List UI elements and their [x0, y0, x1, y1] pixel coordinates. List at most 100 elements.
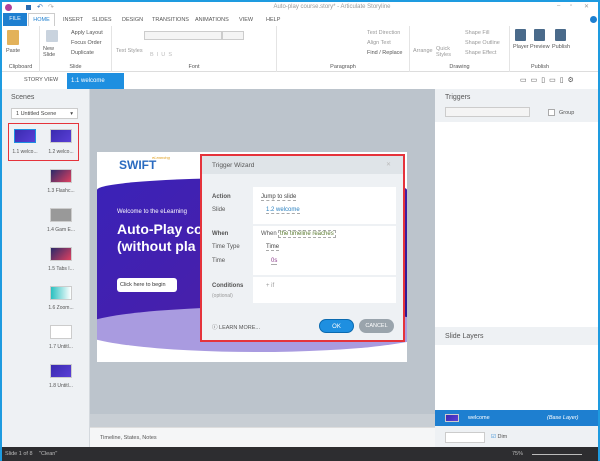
player-button[interactable]: Player — [513, 44, 529, 50]
undo-icon[interactable]: ↶ — [37, 3, 43, 11]
text-styles-button[interactable]: Text Styles — [116, 48, 143, 54]
quick-styles-button[interactable]: Quick Styles — [436, 46, 456, 58]
action-label: Action — [212, 194, 231, 200]
zoom-level: 75% — [512, 451, 524, 457]
layer-name: welcome — [468, 415, 490, 421]
minimize-button[interactable]: – — [557, 3, 560, 9]
window-title: Auto-play course.story* - Articulate Sto… — [273, 4, 391, 10]
trigger-toolbar[interactable] — [445, 107, 530, 117]
ok-button[interactable]: OK — [319, 319, 354, 333]
publish-icon[interactable] — [555, 29, 566, 41]
paragraph-group: Text Direction Align Text Find / Replace… — [277, 26, 410, 72]
publish-label: Publish — [530, 64, 550, 70]
focus-order-button[interactable]: Focus Order — [71, 40, 102, 46]
active-slide-tab[interactable]: 1.1 welcome — [67, 73, 124, 89]
slide-thumb-6[interactable] — [50, 286, 72, 300]
tab-file[interactable]: FILE — [3, 13, 27, 26]
learn-more-text: LEARN MORE... — [219, 325, 260, 331]
ribbon: Paste Clipboard New Slide Apply Layout F… — [2, 26, 598, 72]
save-icon[interactable] — [26, 5, 31, 10]
cancel-button[interactable]: CANCEL — [359, 319, 394, 333]
tab-animations[interactable]: ANIMATIONS — [195, 17, 229, 23]
triggers-title: Triggers — [445, 94, 471, 101]
right-panel: Triggers Group Slide Layers welcome (Bas… — [435, 89, 598, 447]
group-label: Group — [559, 110, 575, 116]
font-family-select[interactable] — [144, 31, 222, 40]
arrange-button[interactable]: Arrange — [413, 48, 433, 54]
action-value[interactable]: Jump to slide — [261, 194, 297, 201]
status-bar: Slide 1 of 8 "Clean" 75% — [2, 447, 598, 461]
tab-view[interactable]: VIEW — [239, 17, 253, 23]
paste-icon[interactable] — [7, 30, 19, 45]
layer-toolbar[interactable] — [445, 432, 485, 443]
slide-thumb-3[interactable] — [50, 169, 72, 183]
time-type-value[interactable]: Time — [266, 244, 280, 251]
slide-thumb-2[interactable] — [50, 129, 72, 143]
shape-outline-button[interactable]: Shape Outline — [465, 40, 500, 46]
slide-thumb-8[interactable] — [50, 364, 72, 378]
slide-label-8: 1.8 Untitl... — [49, 383, 73, 389]
tab-design[interactable]: DESIGN — [122, 17, 143, 23]
scenes-title: Scenes — [11, 94, 35, 101]
add-condition-button[interactable]: + if — [266, 283, 274, 289]
when-prefix: When — [261, 231, 277, 237]
horizontal-scrollbar[interactable] — [90, 414, 435, 427]
new-slide-icon[interactable] — [46, 30, 58, 42]
when-label: When — [212, 231, 229, 237]
dialog-close-icon[interactable]: ✕ — [386, 161, 391, 168]
tab-insert[interactable]: INSERT — [63, 17, 83, 23]
maximize-button[interactable]: ▫ — [570, 3, 572, 9]
slide-heading-line1: Auto-Play co — [117, 221, 203, 237]
preview-icon[interactable] — [534, 29, 545, 41]
dialog-title: Trigger Wizard — [212, 162, 255, 169]
slide-thumb-1[interactable] — [14, 129, 36, 143]
learn-more-link[interactable]: ⓘ LEARN MORE... — [212, 323, 260, 331]
scene-select[interactable]: 1 Untitled Scene ▾ — [11, 108, 78, 119]
swift-logo: SWIFT — [119, 158, 157, 172]
player-icon[interactable] — [515, 29, 526, 41]
timeline-bar[interactable]: Timeline, States, Notes — [90, 427, 435, 447]
font-format-buttons: B I U S — [150, 52, 173, 58]
time-value[interactable]: 0s — [271, 258, 278, 265]
align-text-button[interactable]: Align Text — [367, 40, 391, 46]
publish-button[interactable]: Publish — [552, 44, 570, 50]
title-bar: ↶ ↷ Auto-play course.story* - Articulate… — [2, 2, 598, 13]
conditions-label: Conditions — [212, 283, 244, 289]
shape-effect-button[interactable]: Shape Effect — [465, 50, 496, 56]
duplicate-button[interactable]: Duplicate — [71, 50, 94, 56]
slide-layers-title: Slide Layers — [445, 333, 484, 340]
new-slide-button[interactable]: New Slide — [43, 46, 63, 58]
story-view-tab[interactable]: STORY VIEW — [24, 77, 58, 83]
paste-button[interactable]: Paste — [6, 48, 20, 54]
help-icon[interactable] — [590, 16, 597, 23]
scenes-panel: Scenes 1 Untitled Scene ▾ 1.1 welco... 1.… — [2, 89, 90, 447]
find-replace-button[interactable]: Find / Replace — [367, 50, 402, 56]
text-direction-button[interactable]: Text Direction — [367, 30, 400, 36]
tab-slides[interactable]: SLIDES — [92, 17, 112, 23]
slide-thumb-5[interactable] — [50, 247, 72, 261]
slide-group: New Slide Apply Layout Focus Order Dupli… — [40, 26, 112, 72]
dim-checkbox[interactable]: ☑ Dim — [491, 434, 507, 440]
shape-fill-button[interactable]: Shape Fill — [465, 30, 489, 36]
device-preview-icons[interactable]: ▭▭▯▭▯⚙ — [520, 76, 578, 84]
redo-icon[interactable]: ↷ — [48, 3, 54, 11]
tab-help[interactable]: HELP — [266, 17, 280, 23]
begin-button[interactable]: Click here to begin — [117, 278, 177, 292]
slide-thumb-4[interactable] — [50, 208, 72, 222]
group-checkbox[interactable] — [548, 109, 555, 116]
preview-button[interactable]: Preview — [530, 44, 550, 50]
slide-thumb-7[interactable] — [50, 325, 72, 339]
zoom-slider[interactable] — [532, 454, 582, 455]
apply-layout-button[interactable]: Apply Layout — [71, 30, 103, 36]
tab-home[interactable]: HOME — [28, 13, 55, 26]
when-value[interactable]: the timeline reaches — [278, 230, 336, 238]
slide-value[interactable]: 1.2 welcome — [266, 207, 300, 214]
font-size-select[interactable] — [222, 31, 244, 40]
slide-label-1: 1.1 welco... — [12, 149, 38, 155]
tab-transitions[interactable]: TRANSITIONS — [152, 17, 189, 23]
slide-label: Slide — [212, 207, 226, 213]
close-button[interactable]: ✕ — [584, 3, 589, 10]
font-group: Text Styles B I U S Font — [112, 26, 277, 72]
base-layer-row[interactable]: welcome (Base Layer) — [435, 410, 598, 426]
logo-subtitle: eLearning — [152, 155, 170, 160]
